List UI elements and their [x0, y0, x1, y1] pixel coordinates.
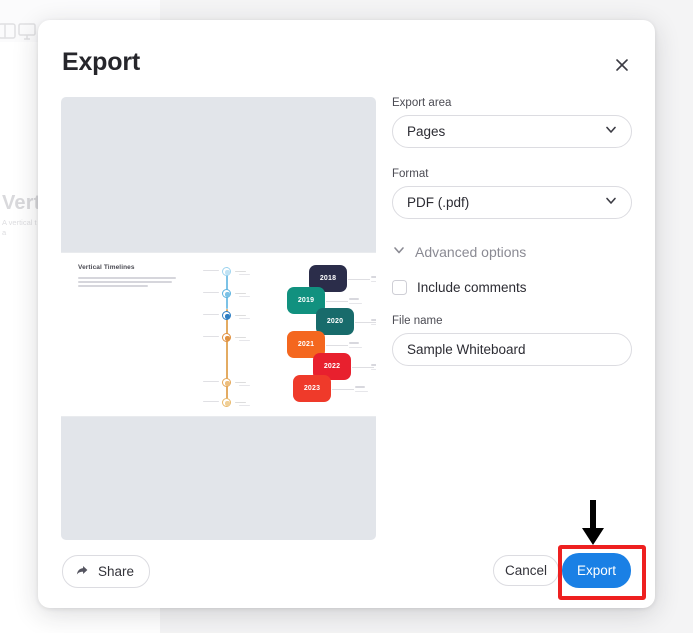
preview-year-cards: 2018 2019 2020 2021 2022 2023 [287, 265, 376, 405]
preview-page: Vertical Timelines 2018 2019 2020 2021 2… [61, 252, 376, 417]
year-card: 2020 [316, 308, 354, 335]
export-button[interactable]: Export [562, 553, 631, 588]
cancel-button[interactable]: Cancel [493, 555, 559, 586]
include-comments-label: Include comments [417, 280, 527, 295]
close-icon [614, 57, 630, 78]
advanced-options-label: Advanced options [415, 243, 527, 260]
include-comments-row[interactable]: Include comments [392, 280, 632, 295]
format-label: Format [392, 168, 429, 180]
preview-page-title: Vertical Timelines [78, 264, 135, 271]
share-button[interactable]: Share [62, 555, 151, 588]
year-card: 2023 [293, 375, 331, 402]
file-name-label: File name [392, 315, 443, 327]
export-area-select[interactable]: Pages [392, 115, 632, 148]
format-select[interactable]: PDF (.pdf) [392, 186, 632, 219]
advanced-options-toggle[interactable]: Advanced options [392, 243, 632, 260]
preview-timeline [201, 261, 281, 409]
export-area-label: Export area [392, 97, 452, 109]
chevron-down-icon [604, 193, 618, 212]
page-title: Export [62, 48, 140, 76]
export-dialog: Export Vertical Timelines 2018 2019 2020… [38, 20, 655, 608]
export-settings-panel: Export area Pages Format PDF (.pdf) Adva… [392, 97, 632, 366]
close-button[interactable] [605, 50, 639, 84]
chevron-down-icon [604, 122, 618, 141]
format-value: PDF (.pdf) [407, 195, 470, 210]
export-area-value: Pages [407, 124, 446, 139]
export-preview[interactable]: Vertical Timelines 2018 2019 2020 2021 2… [61, 97, 376, 540]
share-arrow-icon [75, 563, 90, 581]
file-name-input[interactable] [392, 333, 632, 366]
chevron-down-icon [392, 243, 406, 260]
preview-body-text [78, 277, 176, 290]
include-comments-checkbox[interactable] [392, 280, 407, 295]
share-label: Share [98, 564, 135, 579]
